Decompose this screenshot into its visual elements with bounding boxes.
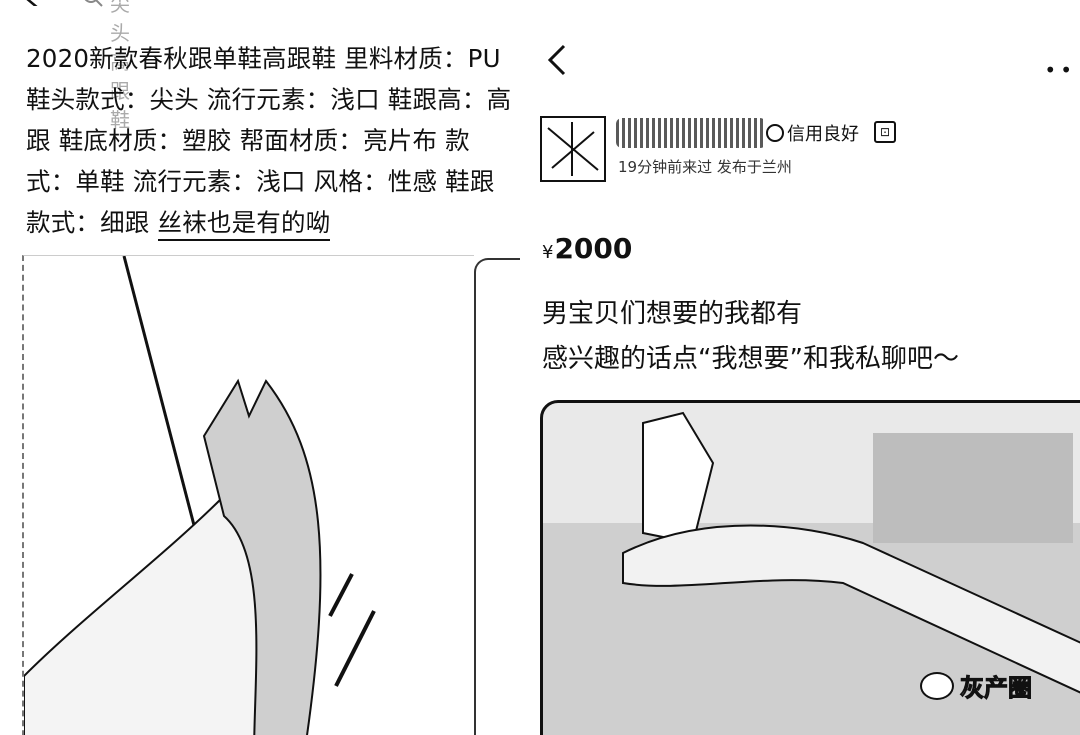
right-listing-panel: •• 信用良好 ⊡ 19分钟前来过 发布于兰州 ¥2000 男宝贝们想要的我都有…: [520, 0, 1080, 735]
shoe-illustration: [23, 255, 376, 735]
seller-avatar[interactable]: [540, 116, 606, 182]
post-body: 男宝贝们想要的我都有 感兴趣的话点“我想要”和我私聊吧～: [542, 292, 959, 382]
post-line-2: 感兴趣的话点“我想要”和我私聊吧～: [542, 344, 959, 374]
seller-meta: 19分钟前来过 发布于兰州: [618, 158, 792, 176]
back-icon[interactable]: [542, 40, 572, 80]
seller-name-blurred[interactable]: [616, 118, 766, 148]
id-verified-icon: ⊡: [874, 121, 896, 143]
price-value: 2000: [554, 232, 633, 265]
watermark-text: 灰产圈: [960, 674, 1033, 703]
back-icon[interactable]: [20, 0, 44, 9]
left-listing-panel: 尖头高跟鞋 2020新款春秋跟单鞋高跟鞋 里料材质：PU 鞋头款式：尖头 流行元…: [0, 0, 520, 735]
description-highlight: 丝袜也是有的呦: [157, 208, 331, 241]
watermark: 灰产圈: [920, 668, 1033, 703]
avatar-image: [547, 122, 599, 176]
shoe-photo[interactable]: [22, 255, 474, 735]
product-description: 2020新款春秋跟单鞋高跟鞋 里料材质：PU 鞋头款式：尖头 流行元素：浅口 鞋…: [26, 38, 514, 243]
price-symbol: ¥: [542, 242, 554, 263]
adjacent-card-edge: [474, 258, 520, 735]
more-icon[interactable]: ••: [1044, 58, 1076, 82]
post-line-1: 男宝贝们想要的我都有: [542, 299, 803, 329]
credit-label: 信用良好: [787, 124, 859, 145]
credit-badge: 信用良好: [766, 120, 859, 146]
top-nav-cut: 尖头高跟鞋: [20, 0, 130, 132]
price: ¥2000: [542, 232, 632, 265]
search-icon: [84, 0, 103, 7]
wechat-bubble-icon: [920, 671, 954, 700]
credit-icon: [766, 124, 784, 142]
